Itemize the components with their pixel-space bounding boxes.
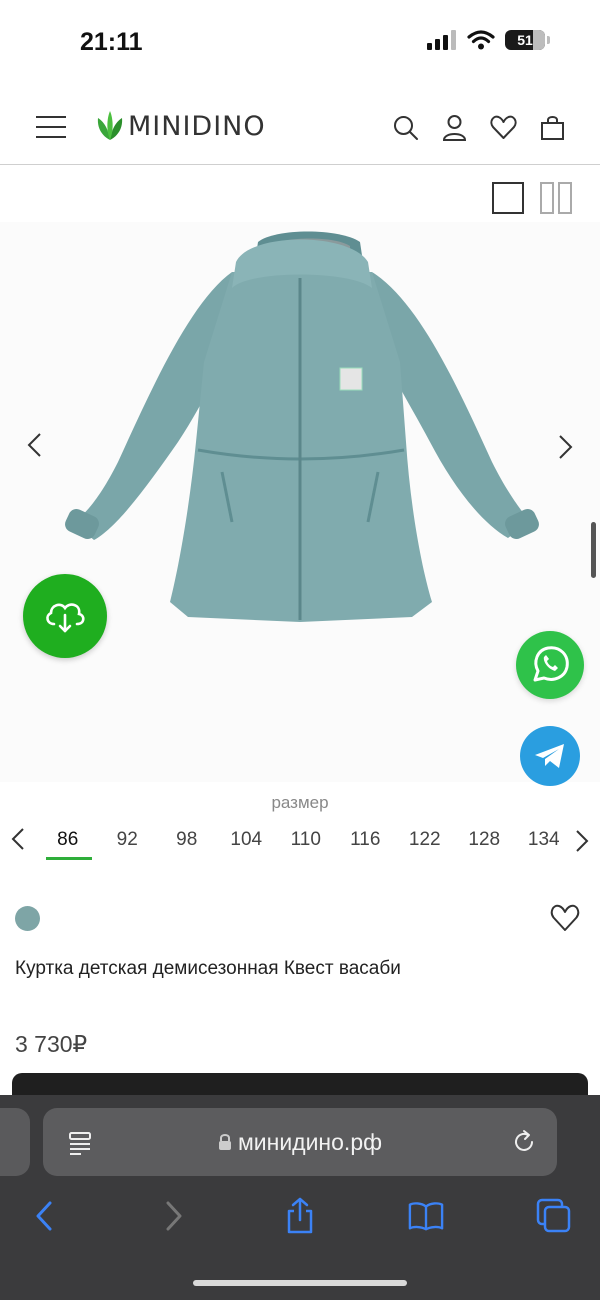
- leaf-logo-icon: [97, 111, 123, 140]
- size-option-98[interactable]: 98: [157, 826, 217, 860]
- size-option-86[interactable]: 86: [38, 826, 98, 860]
- wishlist-heart-icon[interactable]: [550, 903, 580, 933]
- status-bar: 21:11 51: [0, 0, 600, 90]
- size-option-128[interactable]: 128: [455, 826, 515, 860]
- home-indicator[interactable]: [193, 1280, 407, 1286]
- size-option-116[interactable]: 116: [336, 826, 396, 860]
- tabs-icon: [536, 1198, 571, 1233]
- size-option-104[interactable]: 104: [217, 826, 277, 860]
- logo-text: MINIDINO: [128, 110, 266, 142]
- download-button[interactable]: [23, 574, 107, 658]
- product-image[interactable]: [0, 222, 600, 782]
- lock-icon: [218, 1134, 231, 1150]
- address-bar[interactable]: минидино.рф: [43, 1108, 557, 1176]
- back-button[interactable]: [26, 1196, 62, 1236]
- tabs-button[interactable]: [536, 1196, 572, 1236]
- gallery-next-icon[interactable]: [552, 432, 578, 462]
- user-icon[interactable]: [441, 114, 468, 141]
- forward-chevron-icon: [166, 1201, 182, 1231]
- logo[interactable]: MINIDINO: [96, 110, 266, 142]
- header-actions: [392, 114, 566, 141]
- status-time: 21:11: [80, 28, 143, 56]
- reload-icon[interactable]: [511, 1129, 537, 1155]
- bookmarks-book-icon: [408, 1202, 444, 1231]
- back-chevron-icon: [36, 1201, 52, 1231]
- bag-icon[interactable]: [539, 114, 566, 141]
- heart-icon[interactable]: [490, 114, 517, 141]
- jacket-illustration: [65, 231, 539, 622]
- battery-icon: 51: [505, 30, 545, 50]
- battery-level: 51: [517, 32, 533, 48]
- size-option-110[interactable]: 110: [276, 826, 336, 860]
- forward-button[interactable]: [156, 1196, 192, 1236]
- size-label: размер: [271, 793, 329, 812]
- whatsapp-button[interactable]: [516, 631, 584, 699]
- single-view-icon[interactable]: [492, 182, 524, 214]
- color-swatch[interactable]: [15, 906, 40, 931]
- product-price: 3 730₽: [15, 1031, 88, 1057]
- url-display[interactable]: минидино.рф: [43, 1108, 557, 1176]
- size-option-92[interactable]: 92: [98, 826, 158, 860]
- share-icon: [287, 1197, 313, 1234]
- page-scrollbar[interactable]: [591, 522, 596, 578]
- gallery-prev-icon[interactable]: [22, 430, 48, 460]
- browser-toolbar: [0, 1192, 600, 1242]
- whatsapp-icon: [533, 646, 569, 682]
- size-prev-icon[interactable]: [8, 826, 28, 852]
- size-next-icon[interactable]: [572, 828, 592, 854]
- grid-view-icon[interactable]: [540, 182, 572, 214]
- status-icons: 51: [427, 30, 550, 50]
- previous-tab-peek[interactable]: [0, 1108, 30, 1176]
- search-icon[interactable]: [392, 114, 419, 141]
- menu-icon[interactable]: [36, 116, 66, 138]
- view-toggle: [492, 182, 572, 214]
- cellular-signal-icon: [427, 30, 456, 50]
- url-text: минидино.рф: [237, 1128, 383, 1155]
- size-option-134[interactable]: 134: [514, 826, 560, 860]
- telegram-button[interactable]: [520, 726, 580, 786]
- product-title: Куртка детская демисезонная Квест васаби: [15, 958, 401, 979]
- wifi-icon: [467, 30, 495, 50]
- telegram-icon: [535, 744, 564, 768]
- share-button[interactable]: [282, 1196, 318, 1236]
- cloud-download-icon: [46, 603, 85, 633]
- size-option-122[interactable]: 122: [395, 826, 455, 860]
- bookmarks-button[interactable]: [408, 1196, 444, 1236]
- site-header: MINIDINO: [0, 90, 600, 165]
- size-list: 86 92 98 104 110 116 122 128 134: [38, 826, 560, 864]
